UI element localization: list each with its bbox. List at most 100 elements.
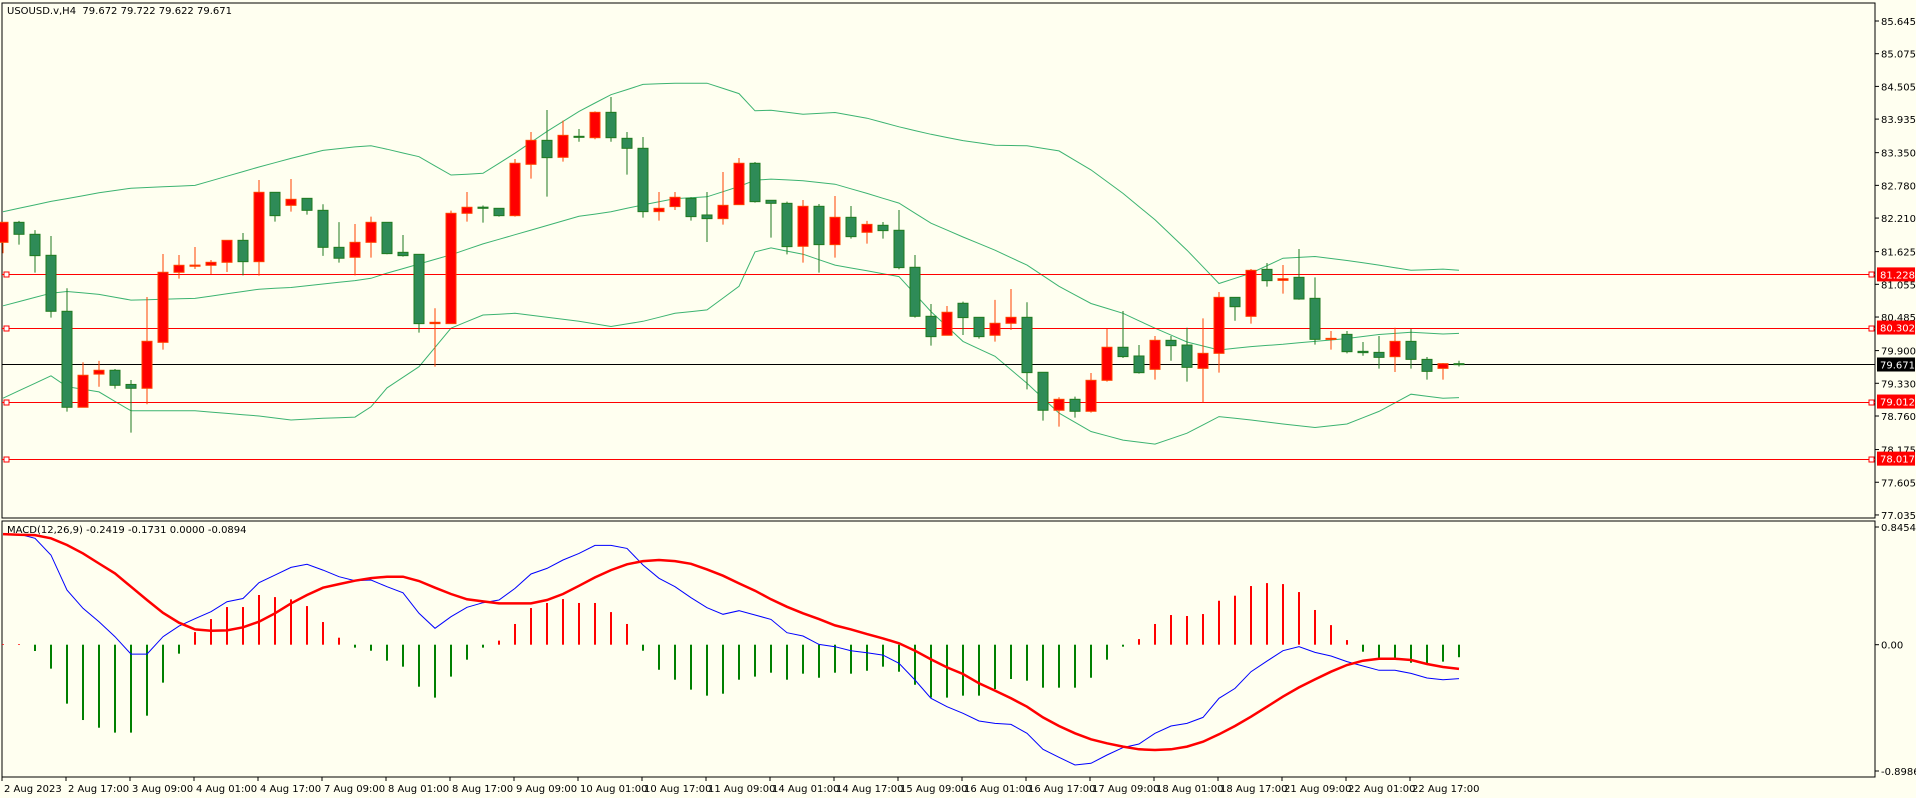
macd-axis-label: -0.8986 <box>1881 767 1916 778</box>
candle-body <box>61 310 73 408</box>
candle-body <box>509 162 521 217</box>
candle-body <box>493 207 505 217</box>
price-axis-label: 77.605 <box>1881 478 1916 489</box>
level-handle-left[interactable] <box>3 271 10 278</box>
candle-body <box>157 271 169 343</box>
time-axis-label: 3 Aug 09:00 <box>132 784 193 795</box>
macd-value-4: -0.0894 <box>207 525 247 536</box>
candle-body <box>253 191 265 263</box>
candle-body <box>413 253 425 325</box>
level-handle-right[interactable] <box>1868 271 1875 278</box>
symbol-header: USOUSD.v,H4 79.672 79.722 79.622 79.671 <box>7 6 232 17</box>
candle-body <box>1165 339 1177 347</box>
candle-body <box>1101 346 1113 381</box>
candle-body <box>621 137 633 149</box>
candle <box>381 221 393 255</box>
candle-body <box>1021 316 1033 374</box>
candle <box>1245 269 1257 324</box>
level-price-label: 79.012 <box>1880 398 1915 409</box>
macd-value-3: 0.0000 <box>169 525 205 536</box>
candle-body <box>1181 344 1193 368</box>
candle-body <box>1325 337 1337 340</box>
candle-body <box>1133 355 1145 374</box>
candle-body <box>1405 340 1417 360</box>
candle-body <box>221 239 233 263</box>
candle-body <box>285 198 297 206</box>
candle-body <box>1293 276 1305 300</box>
candle-body <box>573 135 585 138</box>
candle-body <box>717 204 729 220</box>
time-axis-label: 22 Aug 01:00 <box>1348 784 1415 795</box>
level-handle-right[interactable] <box>1868 456 1875 463</box>
candle-body <box>637 147 649 213</box>
candle-body <box>685 197 697 218</box>
candle-body <box>381 221 393 255</box>
candle-body <box>365 221 377 243</box>
candle-body <box>765 199 777 204</box>
candle <box>781 201 793 255</box>
macd-value-1: -0.2419 <box>86 525 125 536</box>
candle-body <box>1453 363 1465 366</box>
candle-body <box>349 241 361 258</box>
candle-body <box>541 139 553 159</box>
price-axis-label: 85.645 <box>1881 17 1916 28</box>
candle-body <box>445 212 457 325</box>
candle <box>493 207 505 217</box>
candle <box>253 179 265 276</box>
time-axis-label: 2 Aug 2023 <box>4 784 62 795</box>
level-price-label: 80.302 <box>1880 324 1915 335</box>
candle-body <box>1309 297 1321 340</box>
level-handle-left[interactable] <box>3 456 10 463</box>
price-axis-label: 81.055 <box>1881 280 1916 291</box>
macd-value-2: -0.1731 <box>127 525 167 536</box>
level-handle-right[interactable] <box>1868 325 1875 332</box>
time-axis-label: 10 Aug 01:00 <box>580 784 647 795</box>
candle-body <box>845 216 857 238</box>
time-axis-label: 14 Aug 01:00 <box>772 784 839 795</box>
price-axis-label: 83.350 <box>1881 149 1916 160</box>
price-axis-label: 82.210 <box>1881 214 1916 225</box>
candle-body <box>477 206 489 209</box>
macd-panel <box>1 520 1876 778</box>
level-price-label: 81.228 <box>1880 270 1915 281</box>
price-panel <box>1 2 1876 519</box>
candle-body <box>1117 346 1129 358</box>
candle-body <box>701 214 713 220</box>
time-axis-label: 22 Aug 17:00 <box>1412 784 1479 795</box>
candle-body <box>301 197 313 211</box>
time-axis-label: 18 Aug 01:00 <box>1156 784 1223 795</box>
candle-body <box>269 191 281 217</box>
level-handle-left[interactable] <box>3 325 10 332</box>
time-axis-label: 2 Aug 17:00 <box>68 784 129 795</box>
candle-body <box>461 206 473 214</box>
candle-body <box>909 266 921 317</box>
candle-body <box>893 229 905 269</box>
chart-canvas[interactable]: 85.645 85.075 84.505 83.935 83.350 82.780 82.2… <box>0 0 1916 798</box>
candle-body <box>669 196 681 208</box>
candle <box>109 368 121 389</box>
time-axis-label: 4 Aug 17:00 <box>260 784 321 795</box>
time-axis-label: 17 Aug 09:00 <box>1092 784 1159 795</box>
level-handle-right[interactable] <box>1868 399 1875 406</box>
candle-body <box>1149 339 1161 370</box>
candle-body <box>861 223 873 233</box>
candle-body <box>109 369 121 386</box>
candle-body <box>1053 398 1065 411</box>
candle <box>413 253 425 333</box>
candle-body <box>125 383 137 389</box>
candle <box>445 210 457 325</box>
candle-body <box>973 316 985 338</box>
candle-body <box>1421 358 1433 372</box>
level-handle-left[interactable] <box>3 399 10 406</box>
low-value: 79.622 <box>158 6 194 17</box>
candle-body <box>1389 340 1401 358</box>
time-axis-label: 9 Aug 09:00 <box>516 784 577 795</box>
time-axis-label: 16 Aug 17:00 <box>1028 784 1095 795</box>
price-axis-label: 84.505 <box>1881 82 1916 93</box>
candle-body <box>989 322 1001 336</box>
candle <box>509 158 521 217</box>
candle-body <box>1261 268 1273 282</box>
candle-body <box>1213 296 1225 354</box>
macd-name: MACD(12,26,9) <box>7 525 83 536</box>
candle-body <box>29 233 41 257</box>
